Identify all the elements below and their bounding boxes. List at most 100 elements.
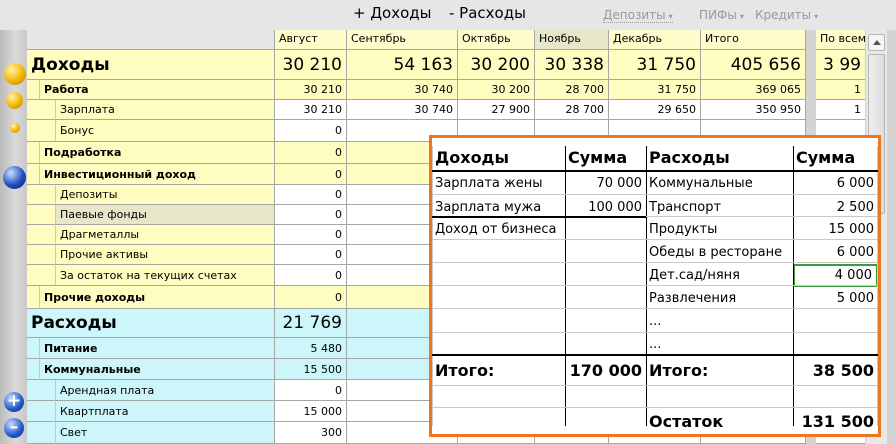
row-label[interactable]: Драгметаллы xyxy=(56,225,275,245)
row-label[interactable]: Зарплата xyxy=(56,100,275,120)
data-cell[interactable]: 30 200 xyxy=(458,80,535,100)
row-label[interactable]: Коммунальные xyxy=(40,359,275,380)
summary-cell[interactable] xyxy=(432,409,565,434)
summary-cell[interactable] xyxy=(565,334,646,355)
data-cell[interactable]: 15 000 xyxy=(275,401,347,422)
data-cell[interactable]: 300 xyxy=(275,422,347,444)
summary-cell[interactable] xyxy=(793,310,878,334)
summary-cell[interactable]: 170 000 xyxy=(565,355,646,387)
data-cell[interactable]: 3 99 xyxy=(816,50,866,80)
level-3-ball-icon[interactable] xyxy=(10,123,20,133)
summary-cell[interactable]: 131 500 xyxy=(793,409,878,434)
data-cell[interactable]: 1 xyxy=(816,100,866,120)
row-label[interactable]: Доходы xyxy=(27,50,275,80)
row-label[interactable]: Бонус xyxy=(56,120,275,142)
data-cell[interactable]: 30 210 xyxy=(275,80,347,100)
data-cell[interactable]: 15 500 xyxy=(275,359,347,380)
data-cell[interactable]: 30 740 xyxy=(347,100,458,120)
row-label[interactable]: Инвестиционный доход xyxy=(40,164,275,185)
level-2-ball-icon[interactable] xyxy=(6,92,23,109)
data-cell[interactable]: 21 769 xyxy=(275,309,347,338)
column-header[interactable]: Октябрь xyxy=(458,30,535,50)
data-cell[interactable]: 0 xyxy=(275,225,347,245)
data-cell[interactable]: 30 210 xyxy=(275,100,347,120)
zoom-out-icon[interactable]: – xyxy=(4,418,24,438)
summary-cell[interactable]: 5 000 xyxy=(793,287,878,310)
data-cell[interactable]: 30 210 xyxy=(275,50,347,80)
summary-cell[interactable] xyxy=(565,310,646,334)
data-cell[interactable]: 0 xyxy=(275,142,347,164)
data-cell[interactable]: 30 338 xyxy=(535,50,609,80)
summary-cell[interactable]: Развлечения xyxy=(646,287,793,310)
summary-cell[interactable]: Итого: xyxy=(432,355,565,387)
scroll-up-icon[interactable] xyxy=(868,34,885,51)
summary-cell[interactable] xyxy=(646,387,793,409)
summary-cell[interactable]: Коммунальные xyxy=(646,172,793,196)
row-label[interactable]: Свет xyxy=(56,422,275,444)
row-label[interactable]: Арендная плата xyxy=(56,380,275,401)
summary-cell[interactable] xyxy=(565,219,646,241)
globe-ball-icon[interactable] xyxy=(3,166,26,189)
summary-cell[interactable] xyxy=(432,241,565,264)
data-cell[interactable]: 0 xyxy=(275,286,347,309)
summary-cell[interactable] xyxy=(565,409,646,434)
summary-cell[interactable]: 38 500 xyxy=(793,355,878,387)
summary-cell[interactable] xyxy=(793,387,878,409)
data-cell[interactable]: 350 950 xyxy=(701,100,806,120)
data-cell[interactable]: 0 xyxy=(275,265,347,286)
summary-cell[interactable] xyxy=(565,241,646,264)
data-cell[interactable]: 0 xyxy=(275,205,347,225)
row-label[interactable]: Квартплата xyxy=(56,401,275,422)
data-cell[interactable]: 5 480 xyxy=(275,338,347,359)
column-header[interactable]: Декабрь xyxy=(609,30,701,50)
summary-cell[interactable]: Итого: xyxy=(646,355,793,387)
row-label[interactable]: Прочие активы xyxy=(56,245,275,265)
data-cell[interactable]: 28 700 xyxy=(535,80,609,100)
row-label[interactable]: Паевые фонды xyxy=(56,205,275,225)
data-cell[interactable]: 405 656 xyxy=(701,50,806,80)
summary-cell[interactable]: Доход от бизнеса xyxy=(432,219,565,241)
summary-cell[interactable]: ... xyxy=(646,310,793,334)
data-cell[interactable]: 0 xyxy=(275,245,347,265)
summary-cell[interactable]: Дет.сад/няня xyxy=(646,264,793,287)
data-cell[interactable]: 27 900 xyxy=(458,100,535,120)
menu-credits[interactable]: Кредиты ▾ xyxy=(755,8,818,22)
column-header[interactable]: Ноябрь xyxy=(535,30,609,50)
row-label[interactable]: Депозиты xyxy=(56,185,275,205)
data-cell[interactable]: 369 065 xyxy=(701,80,806,100)
row-label[interactable]: Работа xyxy=(40,80,275,100)
data-cell[interactable]: 1 xyxy=(816,80,866,100)
row-label[interactable]: Питание xyxy=(40,338,275,359)
data-cell[interactable]: 31 750 xyxy=(609,80,701,100)
data-cell[interactable]: 0 xyxy=(275,185,347,205)
row-label[interactable]: За остаток на текущих счетах xyxy=(56,265,275,286)
menu-deposits[interactable]: Депозиты ▾ xyxy=(603,8,673,23)
column-header[interactable]: Сентябрь xyxy=(347,30,458,50)
menu-funds[interactable]: ПИФы ▾ xyxy=(699,8,744,22)
summary-cell[interactable]: 6 000 xyxy=(793,172,878,196)
summary-cell[interactable]: Продукты xyxy=(646,219,793,241)
summary-cell[interactable] xyxy=(432,310,565,334)
summary-cell[interactable] xyxy=(565,264,646,287)
zoom-in-icon[interactable]: + xyxy=(4,392,24,412)
column-header[interactable]: Август xyxy=(275,30,347,50)
summary-cell[interactable]: Остаток xyxy=(646,409,793,434)
row-label[interactable]: Прочие доходы xyxy=(40,286,275,309)
data-cell[interactable]: 31 750 xyxy=(609,50,701,80)
data-cell[interactable]: 0 xyxy=(275,164,347,185)
summary-cell[interactable] xyxy=(565,287,646,310)
summary-cell[interactable]: 70 000 xyxy=(565,172,646,196)
summary-cell[interactable]: ... xyxy=(646,334,793,355)
column-header[interactable]: Итого xyxy=(701,30,806,50)
summary-cell[interactable]: Обеды в ресторане xyxy=(646,241,793,264)
row-label[interactable]: Подработка xyxy=(40,142,275,164)
summary-cell[interactable] xyxy=(565,387,646,409)
summary-cell[interactable]: Зарплата жены xyxy=(432,172,565,196)
data-cell[interactable]: 0 xyxy=(275,120,347,142)
summary-cell[interactable]: 6 000 xyxy=(793,241,878,264)
summary-cell[interactable] xyxy=(432,264,565,287)
column-header[interactable]: По всем xyxy=(816,30,866,50)
data-cell[interactable]: 30 740 xyxy=(347,80,458,100)
data-cell[interactable]: 0 xyxy=(275,380,347,401)
level-1-ball-icon[interactable] xyxy=(4,63,26,85)
